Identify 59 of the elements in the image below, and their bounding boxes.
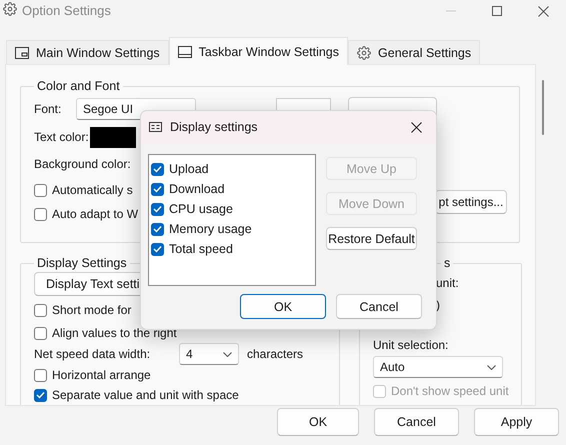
- list-item[interactable]: Upload: [169, 162, 209, 176]
- checkbox-label: Separate value and unit with space: [52, 388, 239, 402]
- list-item[interactable]: Memory usage: [169, 222, 252, 236]
- checkbox[interactable]: [34, 326, 47, 340]
- checkbox-label: Auto adapt to W: [52, 207, 138, 221]
- unit-selection-label: Unit selection:: [373, 338, 448, 352]
- list-icon: [149, 122, 162, 132]
- background-color-label: Background color:: [34, 157, 131, 171]
- checkbox-label: Horizontal arrange: [52, 368, 151, 382]
- tab[interactable]: Main Window Settings: [6, 40, 169, 64]
- group-title: s: [443, 256, 452, 270]
- scrollbar[interactable]: [542, 80, 544, 135]
- checkbox[interactable]: [34, 184, 47, 196]
- checkbox[interactable]: [34, 388, 47, 402]
- checkbox[interactable]: [34, 208, 47, 220]
- footer-button[interactable]: OK: [277, 408, 359, 436]
- script-settings-button[interactable]: pt settings...: [435, 190, 507, 214]
- close-icon[interactable]: [411, 122, 422, 132]
- checkbox[interactable]: [151, 242, 164, 256]
- characters-label: characters: [247, 347, 304, 361]
- chevron-down-icon: [223, 352, 232, 356]
- checkbox-label: Align values to the right: [52, 326, 177, 340]
- checkbox[interactable]: [151, 162, 164, 176]
- checkbox[interactable]: [151, 182, 164, 196]
- maximize-icon[interactable]: [492, 6, 502, 16]
- footer-button[interactable]: Cancel: [374, 408, 459, 436]
- checkbox[interactable]: [34, 304, 47, 316]
- group-title: Display Settings: [36, 256, 128, 270]
- gear-icon: [3, 2, 17, 16]
- checkbox-label: Don't show speed unit: [391, 384, 509, 398]
- checkbox-label: Automatically s: [52, 183, 133, 197]
- window-icon: [15, 46, 29, 58]
- dialog-button[interactable]: Cancel: [336, 294, 422, 319]
- tab[interactable]: General Settings: [348, 40, 480, 64]
- list-item[interactable]: Download: [169, 182, 225, 196]
- checkbox[interactable]: [151, 222, 164, 236]
- unit-dropdown[interactable]: Auto: [373, 356, 503, 378]
- tab[interactable]: Taskbar Window Settings: [168, 37, 348, 65]
- close-icon[interactable]: [538, 6, 548, 16]
- gear-icon: [357, 46, 372, 60]
- text-color-label: Text color:: [34, 130, 90, 144]
- chevron-down-icon: [487, 364, 496, 370]
- list-item[interactable]: CPU usage: [169, 202, 233, 216]
- dialog-button[interactable]: OK: [240, 294, 326, 319]
- list-item[interactable]: Total speed: [169, 242, 233, 256]
- color-swatch[interactable]: [90, 126, 136, 148]
- footer-button[interactable]: Apply: [474, 408, 559, 436]
- taskbar-icon: [178, 46, 192, 58]
- window-title: Option Settings: [22, 3, 111, 18]
- group-title: Color and Font: [36, 79, 121, 93]
- side-button[interactable]: Restore Default: [326, 227, 417, 250]
- dialog-title: Display settings: [170, 120, 258, 134]
- checkbox[interactable]: [151, 202, 164, 216]
- checkbox-label: Short mode for: [52, 303, 132, 317]
- checkbox[interactable]: [34, 368, 47, 382]
- unit-text: unit:: [436, 276, 459, 290]
- width-dropdown[interactable]: 4: [179, 343, 239, 365]
- font-label: Font:: [34, 102, 62, 116]
- data-width-label: Net speed data width:: [34, 347, 152, 361]
